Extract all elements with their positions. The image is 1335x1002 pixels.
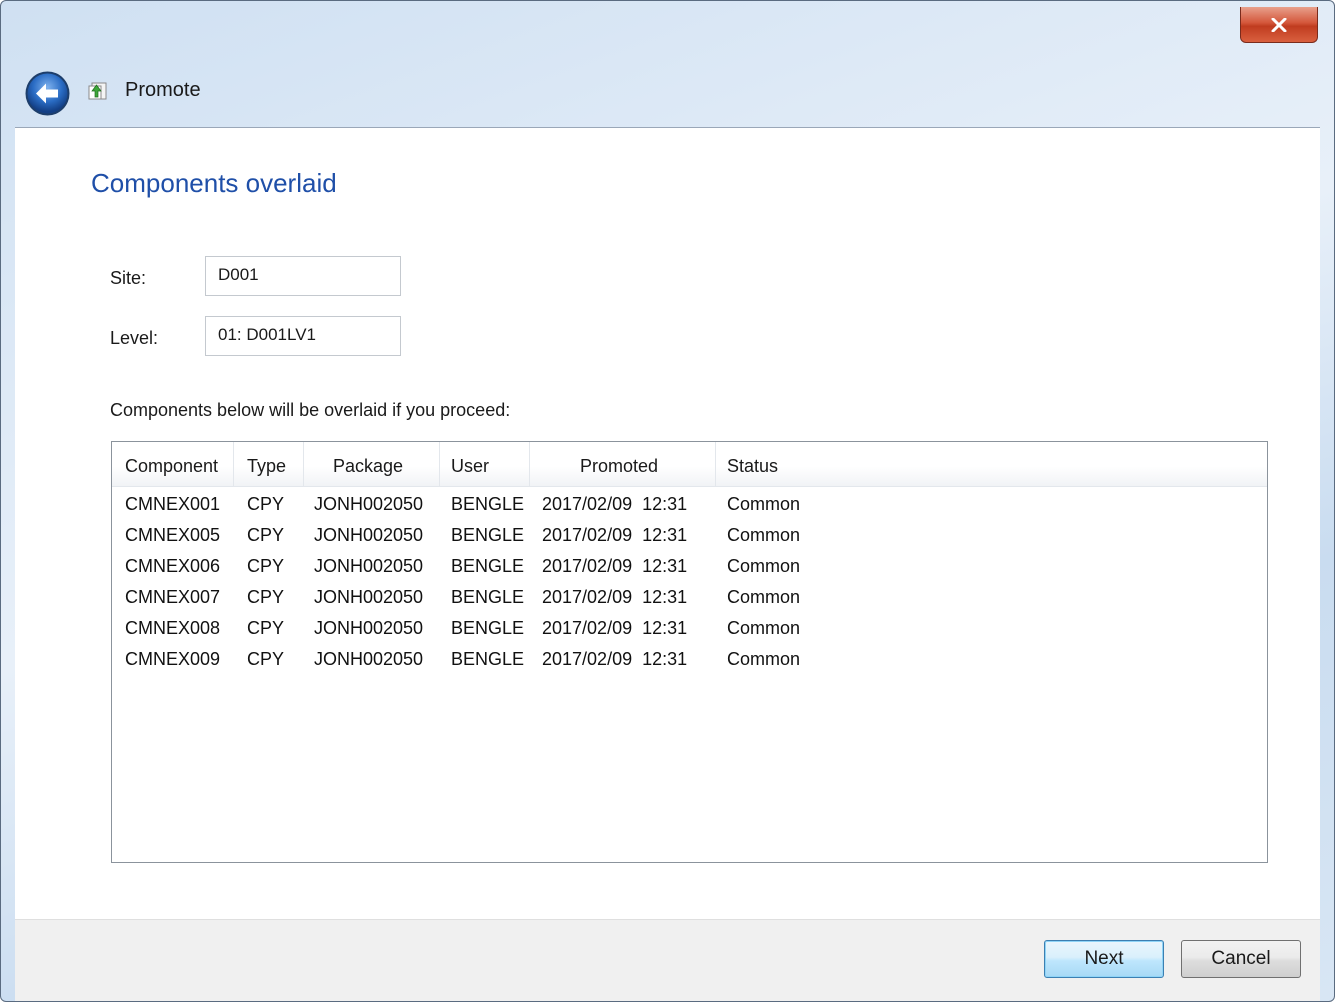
- cancel-button[interactable]: Cancel: [1181, 940, 1301, 978]
- column-header-type[interactable]: Type: [234, 442, 304, 486]
- list-header: Component Type Package User Promoted Sta…: [112, 442, 1267, 487]
- column-header-promoted[interactable]: Promoted: [530, 442, 716, 486]
- cell-component: CMNEX008: [125, 618, 221, 638]
- page-heading: Components overlaid: [91, 168, 337, 198]
- site-label: Site:: [110, 268, 147, 288]
- button-bar: Next Cancel: [15, 919, 1320, 1001]
- cell-status: Common: [727, 587, 801, 607]
- cell-package: JONH002050: [314, 587, 424, 607]
- wizard-page: Components overlaid Site: D001 Level: 01…: [15, 127, 1320, 920]
- cell-type: CPY: [247, 494, 285, 514]
- cell-user: BENGLE: [451, 618, 525, 638]
- cell-type: CPY: [247, 556, 285, 576]
- cell-package: JONH002050: [314, 494, 424, 514]
- table-row[interactable]: CMNEX006 CPY JONH002050 BENGLE 2017/02/09 12…: [112, 551, 1267, 582]
- cell-user: BENGLE: [451, 525, 525, 545]
- cell-component: CMNEX006: [125, 556, 221, 576]
- instruction-text: Components below will be overlaid if you…: [110, 400, 511, 420]
- cell-user: BENGLE: [451, 649, 525, 669]
- back-arrow-icon[interactable]: [24, 70, 71, 117]
- column-header-user[interactable]: User: [440, 442, 530, 486]
- cell-promoted: 2017/02/09 12:31: [542, 556, 688, 576]
- table-row[interactable]: CMNEX008 CPY JONH002050 BENGLE 2017/02/09 12…: [112, 613, 1267, 644]
- cell-promoted: 2017/02/09 12:31: [542, 525, 688, 545]
- cell-component: CMNEX005: [125, 525, 221, 545]
- column-header-package[interactable]: Package: [304, 442, 440, 486]
- site-field[interactable]: D001: [205, 256, 401, 296]
- next-button[interactable]: Next: [1044, 940, 1164, 978]
- cell-user: BENGLE: [451, 587, 525, 607]
- cell-promoted: 2017/02/09 12:31: [542, 649, 688, 669]
- cell-type: CPY: [247, 618, 285, 638]
- cell-package: JONH002050: [314, 618, 424, 638]
- cell-status: Common: [727, 494, 801, 514]
- cell-package: JONH002050: [314, 649, 424, 669]
- overlaid-components-list[interactable]: Component Type Package User Promoted Sta…: [111, 441, 1268, 863]
- column-header-status[interactable]: Status: [716, 442, 1267, 486]
- cell-package: JONH002050: [314, 525, 424, 545]
- level-label: Level:: [110, 328, 159, 348]
- level-field[interactable]: 01: D001LV1: [205, 316, 401, 356]
- cell-type: CPY: [247, 587, 285, 607]
- cell-user: BENGLE: [451, 556, 525, 576]
- cell-status: Common: [727, 556, 801, 576]
- column-header-component[interactable]: Component: [112, 442, 234, 486]
- close-button[interactable]: [1240, 7, 1318, 43]
- table-row[interactable]: CMNEX007 CPY JONH002050 BENGLE 2017/02/09 12…: [112, 582, 1267, 613]
- table-row[interactable]: CMNEX009 CPY JONH002050 BENGLE 2017/02/09 12…: [112, 644, 1267, 675]
- cell-component: CMNEX001: [125, 494, 221, 514]
- cell-promoted: 2017/02/09 12:31: [542, 494, 688, 514]
- cell-status: Common: [727, 649, 801, 669]
- title-bar: Promote: [1, 1, 1334, 127]
- cell-type: CPY: [247, 649, 285, 669]
- cell-status: Common: [727, 618, 801, 638]
- cell-package: JONH002050: [314, 556, 424, 576]
- cell-status: Common: [727, 525, 801, 545]
- cell-component: CMNEX007: [125, 587, 221, 607]
- cell-promoted: 2017/02/09 12:31: [542, 587, 688, 607]
- table-row[interactable]: CMNEX001 CPY JONH002050 BENGLE 2017/02/09 12…: [112, 489, 1267, 520]
- table-row[interactable]: CMNEX005 CPY JONH002050 BENGLE 2017/02/09 12…: [112, 520, 1267, 551]
- window-title: Promote: [125, 79, 201, 101]
- cell-promoted: 2017/02/09 12:31: [542, 618, 688, 638]
- promote-dialog: Promote Components overlaid Site: D001 L…: [0, 0, 1335, 1002]
- close-icon: [1271, 17, 1287, 32]
- promote-icon: [88, 82, 107, 100]
- cell-user: BENGLE: [451, 494, 525, 514]
- cell-type: CPY: [247, 525, 285, 545]
- cell-component: CMNEX009: [125, 649, 221, 669]
